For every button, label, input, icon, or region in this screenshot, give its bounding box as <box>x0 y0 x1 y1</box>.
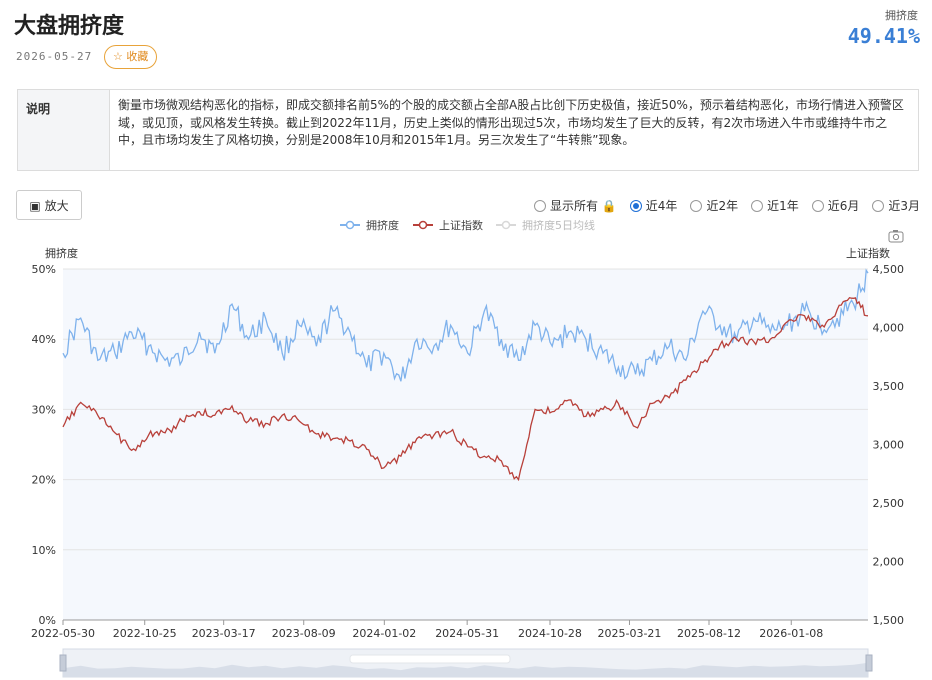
left-tick-label: 40% <box>32 333 56 346</box>
x-tick-label: 2026-01-08 <box>759 627 823 640</box>
radio-icon[interactable] <box>690 199 703 212</box>
description-text: 衡量市场微观结构恶化的指标，即成交额排名前5%的个股的成交额占全部A股占比创下历… <box>118 98 904 147</box>
radio-icon[interactable] <box>534 199 547 212</box>
range-label: 近2年 <box>706 199 739 213</box>
x-tick-label: 2022-05-30 <box>31 627 95 640</box>
left-axis-ticks: 0% 10% 20% 30% 40% 50% <box>32 263 56 627</box>
description-heading: 说明 <box>18 90 110 170</box>
legend-label: 上证指数 <box>439 220 483 232</box>
left-tick-label: 20% <box>32 474 56 487</box>
range-6m[interactable]: 近6月 <box>811 197 860 214</box>
x-tick-label: 2023-08-09 <box>272 627 336 640</box>
x-tick-label: 2025-03-21 <box>598 627 662 640</box>
left-tick-label: 10% <box>32 544 56 557</box>
slider-thumb[interactable] <box>349 654 511 664</box>
right-axis-title: 上证指数 <box>846 246 890 260</box>
data-zoom-slider[interactable] <box>59 648 873 678</box>
x-tick-label: 2025-08-12 <box>677 627 741 640</box>
range-label: 近4年 <box>645 199 678 213</box>
favorite-button[interactable]: ☆ 收藏 <box>104 45 158 69</box>
x-tick-label: 2024-01-02 <box>352 627 416 640</box>
legend-item-ma5[interactable]: 拥挤度5日均线 <box>496 220 595 232</box>
range-label: 近1年 <box>767 199 799 213</box>
range-1y[interactable]: 近1年 <box>751 197 799 214</box>
radio-icon[interactable] <box>629 199 642 212</box>
radio-icon[interactable] <box>751 199 764 212</box>
crowding-chart: 拥挤度 上证指数 拥挤度5日均线 拥挤度 上证指数 0% 10% 20% 30% 40%… <box>31 220 905 678</box>
range-2y[interactable]: 近2年 <box>690 197 738 214</box>
left-tick-label: 50% <box>32 263 56 276</box>
right-tick-label: 2,000 <box>873 556 905 569</box>
range-all[interactable]: 显示所有 🔒 <box>534 197 617 214</box>
slider-right-handle[interactable] <box>865 654 873 672</box>
legend: 拥挤度 上证指数 拥挤度5日均线 <box>340 220 595 232</box>
kpi-value: 49.41% <box>847 24 920 48</box>
legend-item-crowding[interactable]: 拥挤度 <box>340 220 399 232</box>
kpi-label: 拥挤度 <box>885 9 918 22</box>
left-tick-label: 0% <box>39 614 56 627</box>
x-tick-label: 2024-05-31 <box>435 627 499 640</box>
range-label: 显示所有 🔒 <box>550 199 617 213</box>
left-tick-label: 30% <box>32 403 56 416</box>
radio-icon[interactable] <box>811 199 824 212</box>
radio-icon[interactable] <box>872 199 885 212</box>
zoom-button[interactable]: ▣ 放大 <box>16 190 82 220</box>
range-selector: 显示所有 🔒 近4年 近2年 近1年 近6月 近3月 <box>534 197 920 214</box>
left-axis-title: 拥挤度 <box>45 246 78 260</box>
right-tick-label: 4,000 <box>873 322 905 335</box>
legend-label: 拥挤度5日均线 <box>522 220 595 232</box>
report-date: 2026-05-27 <box>16 50 93 63</box>
x-tick-label: 2024-10-28 <box>518 627 582 640</box>
camera-icon[interactable] <box>888 230 904 243</box>
right-tick-label: 1,500 <box>873 614 905 627</box>
range-label: 近3月 <box>888 199 920 213</box>
range-label: 近6月 <box>827 199 860 213</box>
x-tick-label: 2022-10-25 <box>113 627 177 640</box>
range-3m[interactable]: 近3月 <box>872 197 920 214</box>
page-title: 大盘拥挤度 <box>14 14 125 39</box>
right-tick-label: 2,500 <box>873 497 905 510</box>
x-axis-ticks: 2022-05-30 2022-10-25 2023-03-17 2023-08-09… <box>31 620 823 640</box>
right-tick-label: 3,500 <box>873 380 905 393</box>
right-axis-ticks: 1,500 2,000 2,500 3,000 3,500 4,000 4,500 <box>873 263 905 627</box>
description-table: 说明 衡量市场微观结构恶化的指标，即成交额排名前5%的个股的成交额占全部A股占比… <box>17 89 919 171</box>
legend-label: 拥挤度 <box>366 220 399 232</box>
x-tick-label: 2023-03-17 <box>192 627 256 640</box>
range-4y[interactable]: 近4年 <box>629 197 678 214</box>
right-tick-label: 4,500 <box>873 263 905 276</box>
slider-left-handle[interactable] <box>59 654 67 672</box>
legend-item-index[interactable]: 上证指数 <box>413 220 483 232</box>
right-tick-label: 3,000 <box>873 439 905 452</box>
